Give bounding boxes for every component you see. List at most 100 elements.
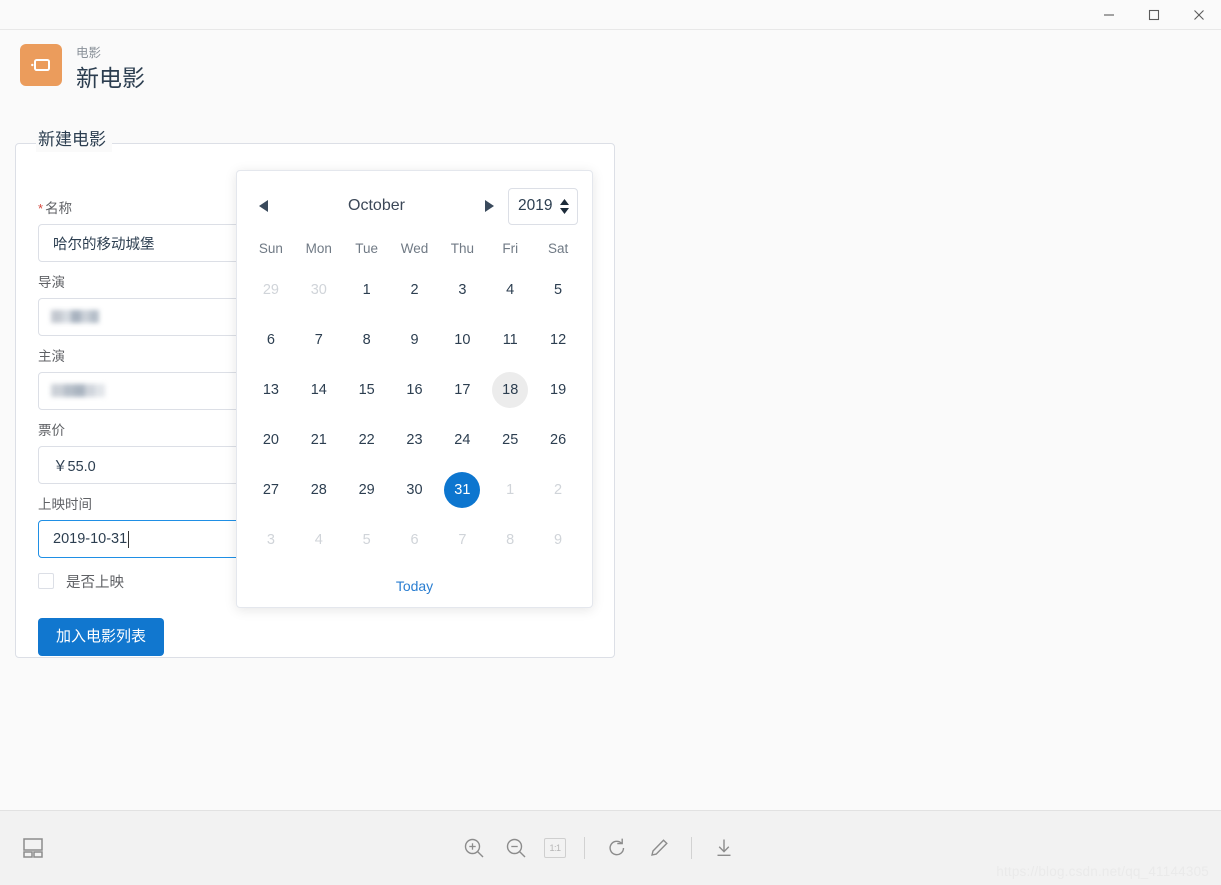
- calendar-day-label: 11: [502, 332, 518, 348]
- calendar-day-cell[interactable]: 9: [391, 315, 439, 365]
- calendar-day-label: 14: [310, 382, 327, 398]
- calendar-day-cell[interactable]: 3: [438, 265, 486, 315]
- calendar-day-cell[interactable]: 3: [247, 515, 295, 565]
- calendar-day-label: 21: [310, 432, 327, 448]
- week-row: 3 4 5 6 7 8 9: [247, 515, 582, 565]
- calendar-day-cell[interactable]: 17: [438, 365, 486, 415]
- window-close-button[interactable]: [1176, 0, 1221, 29]
- week-row: 20 21 22 23 24 25 26: [247, 415, 582, 465]
- year-spinner[interactable]: [560, 198, 569, 214]
- calendar-day-label: 13: [262, 382, 279, 398]
- caret-up-icon[interactable]: [560, 198, 569, 205]
- app-header: 电影 新电影: [0, 30, 1221, 108]
- calendar-day-cell[interactable]: 23: [391, 415, 439, 465]
- date-picker-grid: Sun Mon Tue Wed Thu Fri Sat 29 30 1 2 3 4 5 6 7 8 9 10 11 1…: [237, 231, 592, 565]
- rotate-cw-icon: [609, 838, 625, 856]
- zoom-in-button[interactable]: [460, 834, 488, 862]
- calendar-day-label: 7: [458, 532, 467, 548]
- calendar-day-cell[interactable]: 30: [391, 465, 439, 515]
- calendar-day-label: 6: [266, 332, 275, 348]
- calendar-day-label: 18: [492, 372, 529, 408]
- calendar-day-label: 1: [506, 482, 515, 498]
- calendar-day-label: 4: [506, 282, 515, 298]
- calendar-day-label: 30: [310, 282, 327, 298]
- calendar-day-cell[interactable]: 18: [486, 365, 534, 415]
- today-button[interactable]: Today: [396, 578, 433, 594]
- text-caret: [128, 530, 130, 548]
- calendar-day-cell[interactable]: 31: [438, 465, 486, 515]
- year-stepper[interactable]: 2019: [508, 187, 578, 225]
- calendar-day-cell[interactable]: 8: [486, 515, 534, 565]
- weeks-container: 29 30 1 2 3 4 5 6 7 8 9 10 11 12 13 14 15 16 17 18 19 20 21 22 2…: [247, 265, 582, 565]
- rotate-button[interactable]: [603, 834, 631, 862]
- calendar-day-cell[interactable]: 21: [295, 415, 343, 465]
- calendar-day-cell[interactable]: 5: [534, 265, 582, 315]
- calendar-day-cell[interactable]: 12: [534, 315, 582, 365]
- calendar-day-label: 25: [502, 432, 519, 448]
- window-minimize-button[interactable]: [1086, 0, 1131, 29]
- calendar-day-cell[interactable]: 2: [534, 465, 582, 515]
- calendar-day-cell[interactable]: 27: [247, 465, 295, 515]
- calendar-day-cell[interactable]: 25: [486, 415, 534, 465]
- is-released-checkbox[interactable]: [38, 573, 54, 589]
- weekday-header-tue: Tue: [355, 240, 379, 256]
- calendar-day-cell[interactable]: 1: [486, 465, 534, 515]
- calendar-day-cell[interactable]: 13: [247, 365, 295, 415]
- calendar-day-cell[interactable]: 6: [391, 515, 439, 565]
- calendar-day-cell[interactable]: 16: [391, 365, 439, 415]
- calendar-day-cell[interactable]: 20: [247, 415, 295, 465]
- calendar-day-cell[interactable]: 29: [343, 465, 391, 515]
- calendar-day-label: 29: [262, 282, 279, 298]
- calendar-day-label: 2: [554, 482, 563, 498]
- calendar-day-cell[interactable]: 30: [295, 265, 343, 315]
- download-button[interactable]: [710, 834, 738, 862]
- calendar-day-cell[interactable]: 14: [295, 365, 343, 415]
- app-icon: [20, 44, 62, 86]
- calendar-day-label: 29: [358, 482, 375, 498]
- zoom-out-icon: [506, 838, 526, 858]
- watermark: https://blog.csdn.net/qq_41144305: [996, 864, 1209, 879]
- calendar-day-label: 19: [550, 382, 567, 398]
- calendar-day-cell[interactable]: 4: [486, 265, 534, 315]
- calendar-day-label: 26: [550, 432, 567, 448]
- calendar-day-label: 7: [314, 332, 323, 348]
- layout-panel-button[interactable]: [20, 834, 48, 862]
- calendar-day-label: 30: [406, 482, 423, 498]
- week-row: 6 7 8 9 10 11 12: [247, 315, 582, 365]
- calendar-day-cell[interactable]: 10: [438, 315, 486, 365]
- calendar-day-cell[interactable]: 7: [438, 515, 486, 565]
- zoom-in-icon: [464, 838, 484, 858]
- calendar-day-cell[interactable]: 5: [343, 515, 391, 565]
- prev-month-button[interactable]: [251, 199, 277, 213]
- next-month-button[interactable]: [476, 199, 502, 213]
- calendar-day-cell[interactable]: 26: [534, 415, 582, 465]
- calendar-day-label: 10: [454, 332, 471, 348]
- calendar-day-cell[interactable]: 28: [295, 465, 343, 515]
- calendar-day-cell[interactable]: 2: [391, 265, 439, 315]
- calendar-day-label: 16: [406, 382, 423, 398]
- calendar-day-cell[interactable]: 11: [486, 315, 534, 365]
- edit-button[interactable]: [645, 834, 673, 862]
- calendar-day-cell[interactable]: 9: [534, 515, 582, 565]
- actual-size-button[interactable]: 1:1: [544, 838, 566, 858]
- calendar-day-cell[interactable]: 22: [343, 415, 391, 465]
- weekday-header-mon: Mon: [305, 240, 332, 256]
- window-maximize-button[interactable]: [1131, 0, 1176, 29]
- add-to-movie-list-button[interactable]: 加入电影列表: [38, 618, 165, 656]
- zoom-out-button[interactable]: [502, 834, 530, 862]
- calendar-day-label: 2: [410, 282, 419, 298]
- calendar-day-cell[interactable]: 1: [343, 265, 391, 315]
- calendar-day-cell[interactable]: 4: [295, 515, 343, 565]
- calendar-day-cell[interactable]: 7: [295, 315, 343, 365]
- calendar-day-cell[interactable]: 24: [438, 415, 486, 465]
- calendar-day-label: 27: [262, 482, 279, 498]
- release-date-value: 2019-10-31: [53, 531, 128, 547]
- caret-down-icon[interactable]: [560, 207, 569, 214]
- calendar-day-cell[interactable]: 6: [247, 315, 295, 365]
- toolbar-divider: [691, 837, 692, 859]
- calendar-day-label: 4: [314, 532, 323, 548]
- calendar-day-cell[interactable]: 15: [343, 365, 391, 415]
- calendar-day-cell[interactable]: 19: [534, 365, 582, 415]
- calendar-day-cell[interactable]: 8: [343, 315, 391, 365]
- calendar-day-cell[interactable]: 29: [247, 265, 295, 315]
